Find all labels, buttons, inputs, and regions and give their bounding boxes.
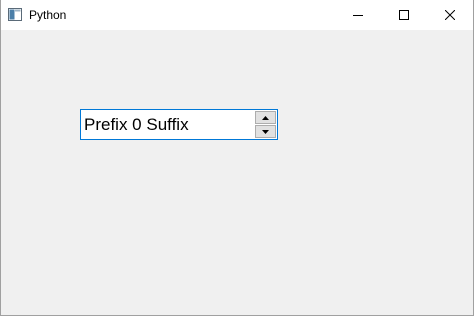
title-bar[interactable]: Python [1,0,473,30]
spinbox-value[interactable]: Prefix 0 Suffix [84,110,189,139]
app-window: Python Prefix 0 Suffix [0,0,474,316]
minimize-button[interactable] [335,0,381,30]
spin-down-button[interactable] [255,125,276,138]
window-client-area [1,30,473,315]
spin-up-button[interactable] [255,111,276,124]
arrow-down-icon [262,129,269,134]
minimize-icon [353,15,363,16]
maximize-button[interactable] [381,0,427,30]
close-icon [445,10,455,20]
prefix-suffix-spinbox[interactable]: Prefix 0 Suffix [80,109,278,140]
arrow-up-icon [262,115,269,120]
window-title: Python [29,8,67,22]
maximize-icon [399,10,409,20]
app-icon [8,8,22,21]
close-button[interactable] [427,0,473,30]
